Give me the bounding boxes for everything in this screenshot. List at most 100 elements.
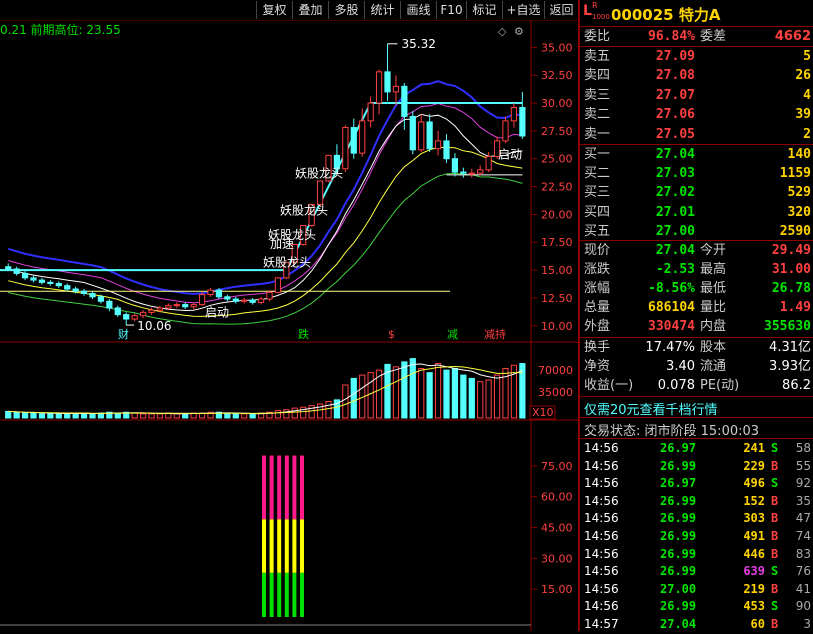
candle[interactable] — [198, 294, 206, 306]
candle[interactable] — [401, 85, 408, 117]
candle[interactable] — [139, 311, 147, 317]
toolbar-button-0[interactable]: 复权 — [256, 1, 292, 19]
volume-bar — [89, 413, 96, 419]
stat-value: 17.47% — [645, 340, 695, 355]
candle[interactable] — [224, 296, 231, 300]
ask-row[interactable]: 卖二 27.06 39 — [580, 106, 813, 124]
event-marker[interactable]: 跌 — [298, 327, 309, 341]
candle[interactable] — [468, 172, 475, 175]
event-marker[interactable]: 减持 — [484, 327, 506, 341]
candle[interactable] — [55, 282, 62, 287]
bid-row[interactable]: 买三 27.02 529 — [580, 184, 813, 202]
candle[interactable] — [274, 277, 282, 293]
toolbar-button-6[interactable]: 标记 — [466, 1, 502, 19]
candle[interactable] — [38, 279, 46, 283]
candle[interactable] — [97, 296, 105, 302]
candle[interactable] — [485, 155, 492, 171]
candle[interactable] — [510, 106, 518, 122]
candle[interactable] — [72, 288, 79, 292]
candle[interactable] — [418, 121, 425, 151]
candle[interactable] — [350, 127, 357, 154]
promo-link[interactable]: 仅需20元查看千档行情 — [584, 399, 718, 418]
toolbar-button-4[interactable]: 画线 — [400, 1, 436, 19]
bid-row[interactable]: 买一 27.04 140 — [580, 146, 813, 164]
candle[interactable] — [359, 120, 366, 154]
candle[interactable] — [30, 277, 37, 281]
candle[interactable] — [173, 304, 180, 307]
candle[interactable] — [5, 266, 12, 270]
tick-row[interactable]: 14:56 26.97 241 S 58 — [580, 440, 813, 458]
ask-row[interactable]: 卖四 27.08 26 — [580, 67, 813, 85]
toolbar-button-8[interactable]: 返回 — [544, 1, 578, 19]
candle[interactable] — [148, 309, 155, 313]
ask-label: 卖一 — [584, 126, 611, 142]
ask-row[interactable]: 卖一 27.05 2 — [580, 126, 813, 144]
toolbar-button-5[interactable]: F10 — [436, 1, 466, 19]
candle[interactable] — [190, 304, 197, 308]
candle[interactable] — [375, 71, 383, 104]
candle[interactable] — [13, 268, 20, 274]
tick-row[interactable]: 14:56 26.99 491 B 74 — [580, 528, 813, 546]
candle[interactable] — [80, 290, 88, 294]
stat-row: 涨跌 -2.53 最高 31.00 — [580, 261, 813, 279]
settings-icon[interactable]: ⚙ — [514, 25, 524, 38]
candle[interactable] — [207, 289, 214, 296]
candle[interactable] — [257, 298, 265, 303]
toolbar-button-1[interactable]: 叠加 — [292, 1, 328, 19]
candle[interactable] — [434, 140, 442, 150]
candle[interactable] — [460, 171, 467, 174]
volume-bar — [291, 407, 298, 419]
ask-row[interactable]: 卖三 27.07 4 — [580, 87, 813, 105]
event-marker[interactable]: $ — [388, 328, 395, 341]
tick-row[interactable]: 14:56 26.99 229 B 55 — [580, 458, 813, 476]
tick-row[interactable]: 14:56 26.97 496 S 92 — [580, 475, 813, 493]
tick-row[interactable]: 14:56 26.99 152 B 35 — [580, 493, 813, 511]
candle[interactable] — [47, 281, 54, 284]
candle[interactable] — [342, 127, 349, 170]
candle[interactable] — [367, 102, 374, 122]
bid-row[interactable]: 买二 27.03 1159 — [580, 165, 813, 183]
kline-chart[interactable]: 0.21 前期高位: 23.55 ◇ ⚙ 35.00 32.50 30.00 27.50 25… — [0, 20, 578, 631]
candle[interactable] — [165, 305, 172, 309]
tick-row[interactable]: 14:56 26.99 453 S 90 — [580, 598, 813, 616]
indicator-axis-label: 75.00 — [541, 460, 573, 473]
candle[interactable] — [215, 289, 223, 298]
candle[interactable] — [232, 298, 239, 302]
candle[interactable] — [106, 300, 113, 309]
candle[interactable] — [519, 106, 526, 137]
candle[interactable] — [89, 292, 96, 298]
toolbar-button-7[interactable]: +自选 — [502, 1, 544, 19]
toolbar-button-2[interactable]: 多股 — [328, 1, 364, 19]
candle[interactable] — [392, 85, 400, 93]
candle[interactable] — [443, 140, 450, 160]
candle[interactable] — [241, 299, 248, 302]
candle[interactable] — [249, 299, 256, 303]
candle[interactable] — [156, 307, 164, 311]
candle[interactable] — [266, 291, 273, 300]
candle[interactable] — [426, 121, 433, 150]
candle[interactable] — [114, 307, 121, 316]
candle[interactable] — [384, 71, 391, 93]
candle[interactable] — [409, 115, 416, 151]
bid-row[interactable]: 买四 27.01 320 — [580, 204, 813, 222]
candle[interactable] — [477, 169, 484, 174]
stat-value: 3.40 — [666, 359, 695, 374]
candle[interactable] — [64, 285, 71, 290]
tick-row[interactable]: 14:56 26.99 303 B 47 — [580, 510, 813, 528]
candle[interactable] — [451, 158, 459, 173]
candle[interactable] — [182, 304, 189, 308]
event-marker[interactable]: 财 — [118, 327, 129, 341]
candle[interactable] — [21, 272, 29, 279]
volume-bar — [418, 368, 425, 419]
tick-row[interactable]: 14:56 27.00 219 B 41 — [580, 581, 813, 599]
tick-row[interactable]: 14:56 26.99 639 S 76 — [580, 563, 813, 581]
candle[interactable] — [316, 180, 324, 205]
candle[interactable] — [502, 120, 509, 142]
event-marker[interactable]: 减 — [447, 328, 458, 341]
diamond-icon[interactable]: ◇ — [498, 25, 507, 38]
toolbar-button-3[interactable]: 统计 — [364, 1, 400, 19]
ask-row[interactable]: 卖五 27.09 5 — [580, 48, 813, 66]
bid-row[interactable]: 买五 27.00 2590 — [580, 223, 813, 241]
candle[interactable] — [123, 314, 130, 320]
tick-row[interactable]: 14:56 26.99 446 B 83 — [580, 546, 813, 564]
